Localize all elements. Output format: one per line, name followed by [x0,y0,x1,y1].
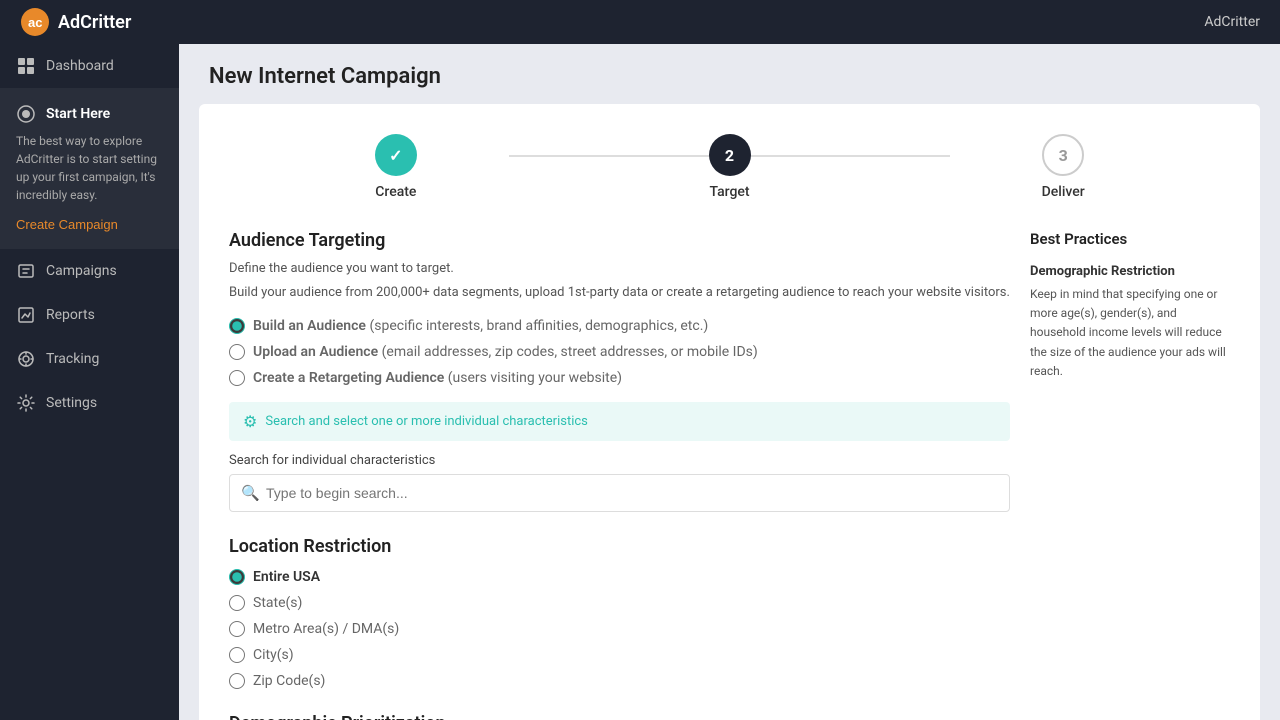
sidebar-label-campaigns: Campaigns [46,263,117,279]
sidebar-label-settings: Settings [46,395,97,411]
sidebar-item-start-here[interactable]: Start Here The best way to explore AdCri… [0,88,179,249]
radio-metro-label: Metro Area(s) / DMA(s) [253,621,399,637]
sidebar-label-dashboard: Dashboard [46,58,114,74]
search-for-characteristics-label: Search for individual characteristics [229,453,1010,468]
best-practices-panel: Best Practices Demographic Restriction K… [1010,230,1230,720]
radio-zip-label: Zip Code(s) [253,673,325,689]
search-input[interactable] [229,474,1010,512]
radio-usa-label: Entire USA [253,569,320,585]
sidebar-item-reports[interactable]: Reports [0,293,179,337]
radio-entire-usa[interactable]: Entire USA [229,569,1010,585]
start-here-label: Start Here [46,106,110,122]
logo: ac AdCritter [20,7,131,37]
sidebar: Dashboard Start Here The best way to exp… [0,44,179,720]
topbar: ac AdCritter AdCritter [0,0,1280,44]
page-title: New Internet Campaign [209,64,1250,89]
main-content: New Internet Campaign ✓ Create 2 Target … [179,44,1280,720]
audience-targeting-desc2: Build your audience from 200,000+ data s… [229,283,1010,303]
tracking-icon [16,349,36,369]
step-deliver: 3 Deliver [896,134,1230,200]
step-circle-create: ✓ [375,134,417,176]
search-icon: 🔍 [241,484,260,502]
step-circle-deliver: 3 [1042,134,1084,176]
radio-upload-input[interactable] [229,344,245,360]
logo-text: AdCritter [58,12,131,33]
step-circle-target: 2 [709,134,751,176]
bp-section-title-0: Demographic Restriction [1030,264,1230,279]
sidebar-item-settings[interactable]: Settings [0,381,179,425]
sidebar-item-dashboard[interactable]: Dashboard [0,44,179,88]
location-type-group: Entire USA State(s) Metro Area(s) / DMA(… [229,569,1010,689]
radio-state-label: State(s) [253,595,302,611]
radio-build-audience[interactable]: Build an Audience (specific interests, b… [229,318,1010,334]
start-here-icon [16,104,36,124]
radio-retargeting-audience[interactable]: Create a Retargeting Audience (users vis… [229,370,1010,386]
radio-city-input[interactable] [229,647,245,663]
create-campaign-button[interactable]: Create Campaign [16,217,118,232]
search-hint-icon: ⚙ [243,412,257,431]
radio-build-input[interactable] [229,318,245,334]
search-input-wrap: 🔍 [229,474,1010,512]
form-row: Audience Targeting Define the audience y… [229,230,1230,720]
topbar-user: AdCritter [1204,14,1260,30]
svg-text:ac: ac [28,15,42,30]
bp-section-text-0: Keep in mind that specifying one or more… [1030,285,1230,381]
radio-metro-input[interactable] [229,621,245,637]
stepper: ✓ Create 2 Target 3 Deliver [229,134,1230,200]
sidebar-label-tracking: Tracking [46,351,99,367]
settings-icon [16,393,36,413]
radio-upload-detail: (email addresses, zip codes, street addr… [382,344,758,360]
audience-targeting-title: Audience Targeting [229,230,1010,251]
reports-icon [16,305,36,325]
radio-city-label: City(s) [253,647,294,663]
location-restriction-title: Location Restriction [229,536,1010,557]
radio-state[interactable]: State(s) [229,595,1010,611]
sidebar-item-tracking[interactable]: Tracking [0,337,179,381]
sidebar-label-reports: Reports [46,307,95,323]
adcritter-logo-icon: ac [20,7,50,37]
content-card: ✓ Create 2 Target 3 Deliver Audience Tar… [199,104,1260,720]
search-hint-text: Search and select one or more individual… [265,414,588,429]
radio-retargeting-detail: (users visiting your website) [448,370,622,386]
step-label-target: Target [709,184,749,200]
radio-metro[interactable]: Metro Area(s) / DMA(s) [229,621,1010,637]
demographic-title: Demographic Prioritization [229,713,1010,720]
radio-upload-label: Upload an Audience [253,344,378,360]
audience-type-group: Build an Audience (specific interests, b… [229,318,1010,386]
radio-retargeting-input[interactable] [229,370,245,386]
audience-targeting-desc1: Define the audience you want to target. [229,259,1010,279]
radio-retargeting-label: Create a Retargeting Audience [253,370,444,386]
radio-build-label: Build an Audience [253,318,366,334]
step-target: 2 Target [563,134,897,200]
start-here-desc: The best way to explore AdCritter is to … [16,132,163,204]
main-form: Audience Targeting Define the audience y… [229,230,1010,720]
radio-zip-input[interactable] [229,673,245,689]
radio-usa-input[interactable] [229,569,245,585]
radio-state-input[interactable] [229,595,245,611]
radio-upload-audience[interactable]: Upload an Audience (email addresses, zip… [229,344,1010,360]
best-practices-title: Best Practices [1030,230,1230,248]
sidebar-item-campaigns[interactable]: Campaigns [0,249,179,293]
dashboard-icon [16,56,36,76]
page-header: New Internet Campaign [179,44,1280,104]
step-label-create: Create [375,184,416,200]
step-label-deliver: Deliver [1042,184,1085,200]
radio-build-detail: (specific interests, brand affinities, d… [369,318,708,334]
radio-city[interactable]: City(s) [229,647,1010,663]
search-hint-banner[interactable]: ⚙ Search and select one or more individu… [229,402,1010,441]
radio-zip[interactable]: Zip Code(s) [229,673,1010,689]
campaigns-icon [16,261,36,281]
step-create: ✓ Create [229,134,563,200]
